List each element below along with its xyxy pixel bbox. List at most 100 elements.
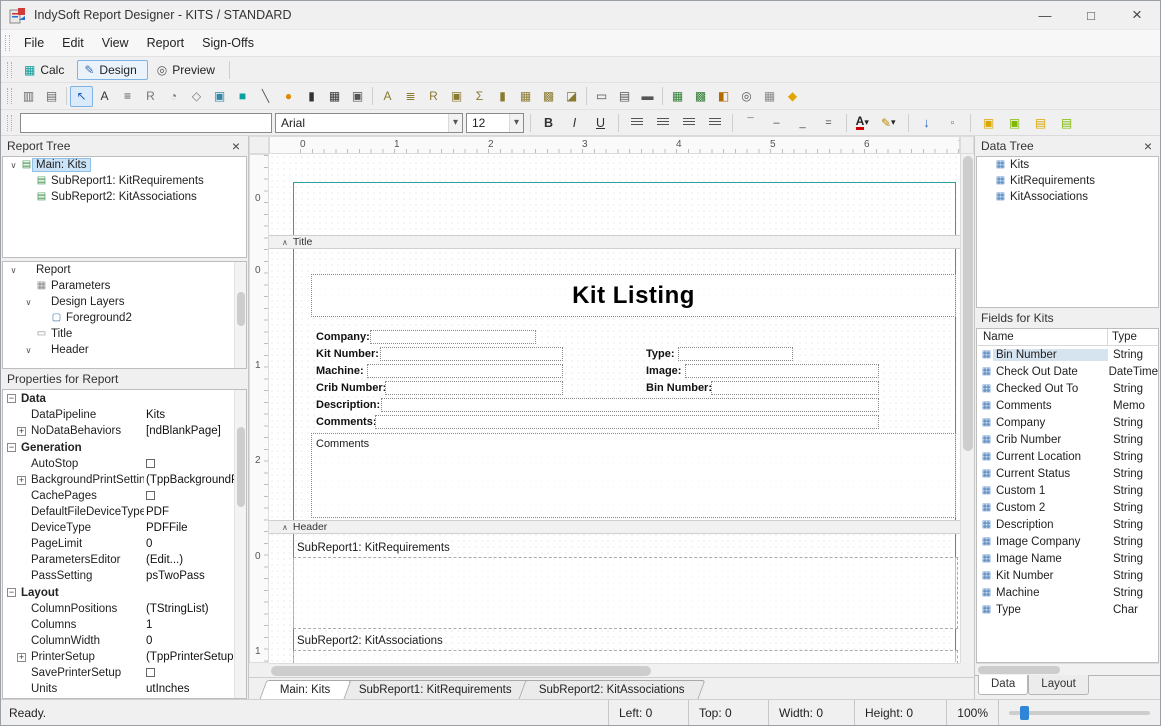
designer-tab-subreport2-kitassociations[interactable]: SubReport2: KitAssociations: [519, 680, 706, 699]
print-setup-tool-button[interactable]: ▤: [40, 86, 63, 107]
tree-item-foreground2[interactable]: ▢Foreground2: [3, 310, 246, 326]
field-row-type[interactable]: ▦TypeChar: [977, 601, 1158, 618]
property-row-saveprintersetup[interactable]: SavePrinterSetup: [3, 665, 246, 681]
header-band-bar[interactable]: ∧ Header: [269, 520, 960, 534]
property-row-backgroundprintsetting[interactable]: +BackgroundPrintSetting(TppBackgroundP: [3, 472, 246, 488]
company-field[interactable]: [370, 330, 536, 344]
tree-scrollbar[interactable]: [234, 262, 246, 368]
tree-item-kitrequirements[interactable]: ▦KitRequirements: [977, 173, 1158, 189]
field-row-image-company[interactable]: ▦Image CompanyString: [977, 533, 1158, 550]
scrollbar-thumb[interactable]: [271, 666, 651, 676]
close-icon[interactable]: ×: [1142, 139, 1154, 153]
dbchart-tool-button[interactable]: ◪: [560, 86, 583, 107]
field-row-custom-1[interactable]: ▦Custom 1String: [977, 482, 1158, 499]
subreport-tool-button[interactable]: ▤: [613, 86, 636, 107]
table-tool-button[interactable]: ▦: [666, 86, 689, 107]
collapse-icon[interactable]: −: [7, 394, 16, 403]
design-canvas[interactable]: ∧ Title Kit Listing Company: Kit Number:…: [269, 154, 960, 663]
property-row-defaultfiledevicetype[interactable]: DefaultFileDeviceTypePDF: [3, 504, 246, 520]
underline-button[interactable]: U: [589, 112, 612, 133]
dbtext-tool-button[interactable]: A: [376, 86, 399, 107]
dbcheckbox-tool-button[interactable]: ▩: [537, 86, 560, 107]
comments-field[interactable]: [375, 415, 879, 429]
image-tool-button[interactable]: ▣: [208, 86, 231, 107]
region-tool-button[interactable]: ▭: [590, 86, 613, 107]
property-row-cachepages[interactable]: CachePages: [3, 488, 246, 504]
db2dbarcode-tool-button[interactable]: ▦: [514, 86, 537, 107]
bold-button[interactable]: B: [537, 112, 560, 133]
crosstab-tool-button[interactable]: ▩: [689, 86, 712, 107]
frame-button[interactable]: ▫: [941, 112, 964, 133]
zoom-tool-button[interactable]: ◎: [735, 86, 758, 107]
chevron-expanded-icon[interactable]: ∨: [22, 297, 35, 308]
chevron-down-icon[interactable]: ▾: [448, 114, 462, 132]
bin-number-field[interactable]: [711, 381, 879, 395]
field-row-description[interactable]: ▦DescriptionString: [977, 516, 1158, 533]
chevron-down-icon[interactable]: ▾: [891, 117, 900, 128]
property-row-printersetup[interactable]: +PrinterSetup(TppPrinterSetup: [3, 649, 246, 665]
dbimage-tool-button[interactable]: ▣: [445, 86, 468, 107]
subreport2-region[interactable]: [293, 650, 958, 663]
shape-tool-button[interactable]: ■: [231, 86, 254, 107]
dbcalc-tool-button[interactable]: Σ: [468, 86, 491, 107]
minimize-button[interactable]: —: [1022, 1, 1068, 29]
menu-view[interactable]: View: [93, 32, 138, 54]
property-group-layout[interactable]: −Layout: [3, 584, 246, 601]
anchor-button[interactable]: ↓: [915, 112, 938, 133]
checkbox-unchecked-icon[interactable]: [146, 459, 155, 468]
menu-report[interactable]: Report: [138, 32, 194, 54]
field-row-comments[interactable]: ▦CommentsMemo: [977, 397, 1158, 414]
pagebreak-tool-button[interactable]: ▬: [636, 86, 659, 107]
menu-file[interactable]: File: [15, 32, 53, 54]
description-field[interactable]: [381, 398, 879, 412]
field-row-current-status[interactable]: ▦Current StatusString: [977, 465, 1158, 482]
chevron-down-icon[interactable]: ▾: [509, 114, 523, 132]
tree-item-kits[interactable]: ▦Kits: [977, 157, 1158, 173]
object-name-input[interactable]: [20, 113, 272, 133]
menu-edit[interactable]: Edit: [53, 32, 93, 54]
line-tool-button[interactable]: ╲: [254, 86, 277, 107]
label-tool-button[interactable]: A: [93, 86, 116, 107]
fields-hscrollbar[interactable]: [976, 663, 1159, 675]
align-stretch-button[interactable]: =: [817, 112, 840, 133]
property-row-datapipeline[interactable]: DataPipelineKits: [3, 407, 246, 423]
tree-item-main-kits[interactable]: ∨▤Main: Kits: [3, 157, 246, 173]
field-row-checked-out-to[interactable]: ▦Checked Out ToString: [977, 380, 1158, 397]
properties-scrollbar[interactable]: [234, 390, 246, 698]
field-row-image-name[interactable]: ▦Image NameString: [977, 550, 1158, 567]
canvas-vscrollbar[interactable]: [960, 154, 974, 663]
close-icon[interactable]: ×: [230, 139, 242, 153]
type-field[interactable]: [678, 347, 793, 361]
grid-snap-tool-button[interactable]: ▦: [758, 86, 781, 107]
font-family-select[interactable]: Arial ▾: [275, 113, 463, 133]
scrollbar-thumb[interactable]: [237, 427, 245, 507]
checkbox-tool-button[interactable]: ▣: [346, 86, 369, 107]
align-left-button[interactable]: [625, 112, 648, 133]
field-row-custom-2[interactable]: ▦Custom 2String: [977, 499, 1158, 516]
mode-tab-design[interactable]: ✎Design: [77, 60, 147, 80]
company-label[interactable]: Company:: [316, 330, 370, 344]
scrollbar-thumb[interactable]: [237, 292, 245, 326]
checkbox-unchecked-icon[interactable]: [146, 491, 155, 500]
zoom-slider[interactable]: [998, 700, 1160, 725]
collapse-icon[interactable]: −: [7, 588, 16, 597]
align-justify-button[interactable]: [703, 112, 726, 133]
fill-color-tool-button[interactable]: ◆: [781, 86, 804, 107]
field-row-current-location[interactable]: ▦Current LocationString: [977, 448, 1158, 465]
align-middle-button[interactable]: –: [765, 112, 788, 133]
barcode-2d-tool-button[interactable]: ▦: [323, 86, 346, 107]
scrollbar-thumb[interactable]: [963, 156, 973, 451]
expand-icon[interactable]: +: [17, 653, 26, 662]
send-to-back-button[interactable]: ▣: [1003, 112, 1026, 133]
align-center-button[interactable]: [651, 112, 674, 133]
chevron-expanded-icon[interactable]: ∨: [7, 160, 20, 171]
property-row-columnwidth[interactable]: ColumnWidth0: [3, 633, 246, 649]
property-row-nodatabehaviors[interactable]: +NoDataBehaviors[ndBlankPage]: [3, 423, 246, 439]
subreport1-region[interactable]: [293, 557, 958, 629]
image-label[interactable]: Image:: [646, 364, 681, 378]
field-row-bin-number[interactable]: ▦Bin NumberString: [977, 346, 1158, 363]
tree-item-header[interactable]: ∨Header: [3, 342, 246, 358]
datatree-tab-data[interactable]: Data: [978, 675, 1028, 695]
scrollbar-thumb[interactable]: [978, 666, 1060, 674]
field-row-crib-number[interactable]: ▦Crib NumberString: [977, 431, 1158, 448]
